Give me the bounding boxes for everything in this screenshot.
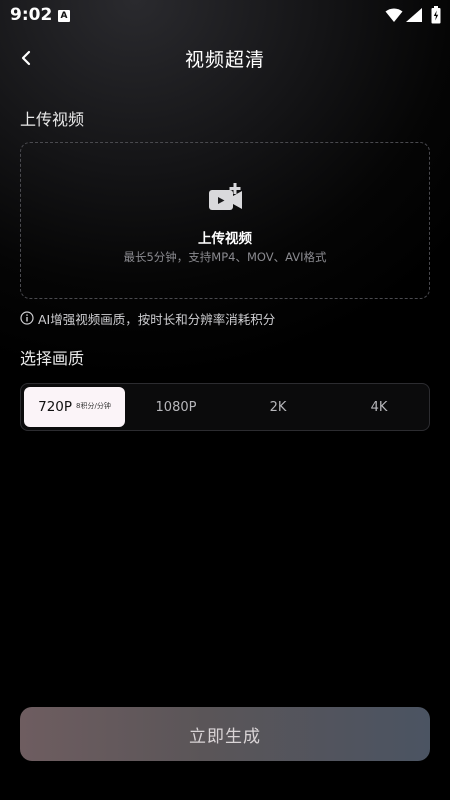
upload-section-title: 上传视频	[20, 110, 85, 129]
screen: 9:02 A 视频超清 上传视频 上传视频 最长5分钟，支持MP4、MOV、AV…	[0, 0, 450, 800]
info-text: AI增强视频画质，按时长和分辨率消耗积分	[38, 311, 276, 327]
notification-app-icon: A	[58, 10, 70, 22]
status-time: 9:02	[10, 5, 53, 25]
quality-option-cost: 8积分/分钟	[76, 402, 111, 410]
upload-hint: 最长5分钟，支持MP4、MOV、AVI格式	[123, 250, 327, 264]
upload-label: 上传视频	[198, 231, 252, 247]
quality-option-label: 720P	[38, 399, 73, 415]
quality-option-label: 1080P	[155, 399, 197, 415]
quality-selector: 720P 8积分/分钟 1080P 2K 4K	[20, 383, 430, 431]
battery-icon	[431, 6, 441, 24]
signal-icon	[406, 8, 422, 22]
page-title: 视频超清	[184, 49, 265, 71]
header: 视频超清	[0, 36, 450, 80]
generate-button-label: 立即生成	[189, 726, 261, 747]
info-icon	[20, 311, 34, 325]
quality-section-title: 选择画质	[20, 349, 85, 368]
video-add-icon	[209, 183, 242, 210]
wifi-icon	[385, 8, 403, 22]
upload-video-area[interactable]: 上传视频 最长5分钟，支持MP4、MOV、AVI格式	[20, 142, 430, 299]
quality-option-label: 4K	[370, 399, 388, 415]
quality-option-720p[interactable]: 720P 8积分/分钟	[24, 387, 125, 427]
quality-option-4k[interactable]: 4K	[329, 384, 429, 430]
quality-option-label: 2K	[269, 399, 287, 415]
quality-option-2k[interactable]: 2K	[227, 384, 329, 430]
quality-option-1080p[interactable]: 1080P	[125, 384, 227, 430]
info-row: AI增强视频画质，按时长和分辨率消耗积分	[20, 310, 276, 327]
status-bar: 9:02 A	[0, 0, 450, 32]
generate-button[interactable]: 立即生成	[20, 707, 430, 761]
